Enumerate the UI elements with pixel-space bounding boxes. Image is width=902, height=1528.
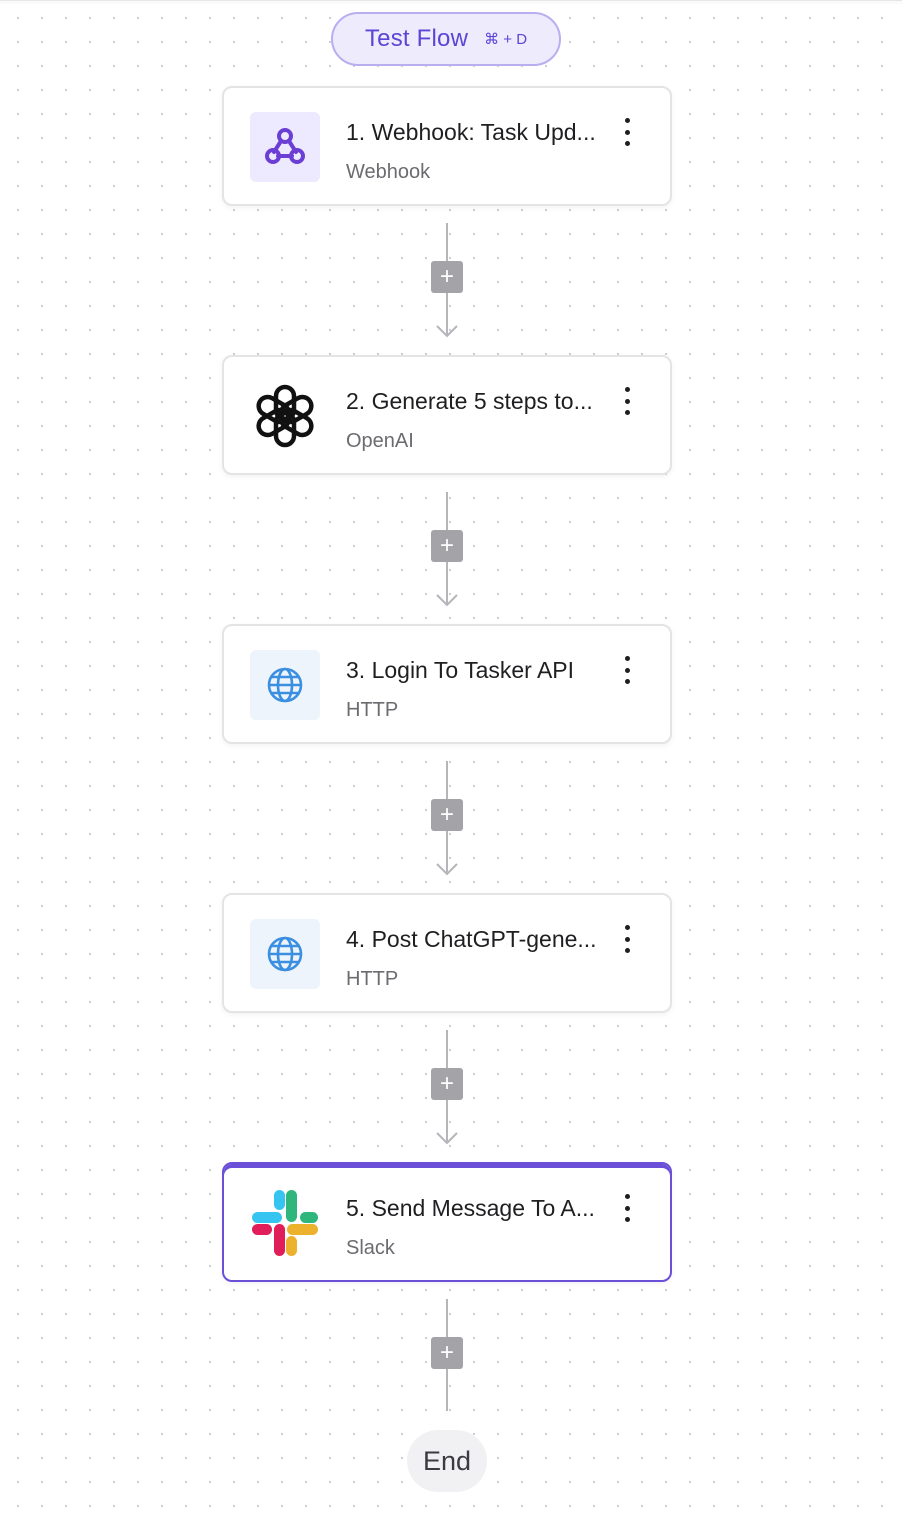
test-flow-shortcut: ⌘ + D — [484, 31, 528, 48]
step-menu-button[interactable] — [620, 656, 634, 684]
step-title: 2. Generate 5 steps to... — [346, 388, 593, 414]
arrow-down-icon — [436, 594, 458, 607]
webhook-icon — [250, 112, 320, 182]
step-subtitle: OpenAI — [346, 430, 414, 452]
step-title: 1. Webhook: Task Upd... — [346, 119, 596, 145]
step-menu-button[interactable] — [620, 925, 634, 953]
globe-icon — [250, 919, 320, 989]
step-title: 5. Send Message To A... — [346, 1195, 595, 1221]
step-menu-button[interactable] — [620, 118, 634, 146]
step-card-http-login[interactable]: 3. Login To Tasker API HTTP — [222, 624, 672, 744]
add-step-button[interactable]: + — [431, 1337, 463, 1369]
add-step-button[interactable]: + — [431, 799, 463, 831]
step-subtitle: Slack — [346, 1237, 395, 1259]
arrow-down-icon — [436, 1132, 458, 1145]
add-step-button[interactable]: + — [431, 261, 463, 293]
step-title: 3. Login To Tasker API — [346, 657, 575, 683]
canvas-top-border — [0, 0, 902, 4]
step-subtitle: Webhook — [346, 161, 431, 183]
step-card-webhook[interactable]: 1. Webhook: Task Upd... Webhook — [222, 86, 672, 206]
step-subtitle: HTTP — [346, 968, 399, 990]
step-menu-button[interactable] — [620, 1194, 634, 1222]
step-card-openai[interactable]: 2. Generate 5 steps to... OpenAI — [222, 355, 672, 475]
step-menu-button[interactable] — [620, 387, 634, 415]
test-flow-label: Test Flow — [364, 25, 469, 52]
end-node: End — [407, 1430, 487, 1492]
test-flow-button[interactable]: Test Flow ⌘ + D — [331, 12, 561, 66]
slack-icon — [250, 1188, 320, 1258]
step-card-http-post[interactable]: 4. Post ChatGPT-gene... HTTP — [222, 893, 672, 1013]
add-step-button[interactable]: + — [431, 530, 463, 562]
arrow-down-icon — [436, 863, 458, 876]
globe-icon — [250, 650, 320, 720]
arrow-down-icon — [436, 325, 458, 338]
openai-icon — [250, 381, 320, 451]
add-step-button[interactable]: + — [431, 1068, 463, 1100]
step-title: 4. Post ChatGPT-gene... — [346, 926, 597, 952]
step-subtitle: HTTP — [346, 699, 399, 721]
step-card-slack[interactable]: 5. Send Message To A... Slack — [222, 1162, 672, 1282]
